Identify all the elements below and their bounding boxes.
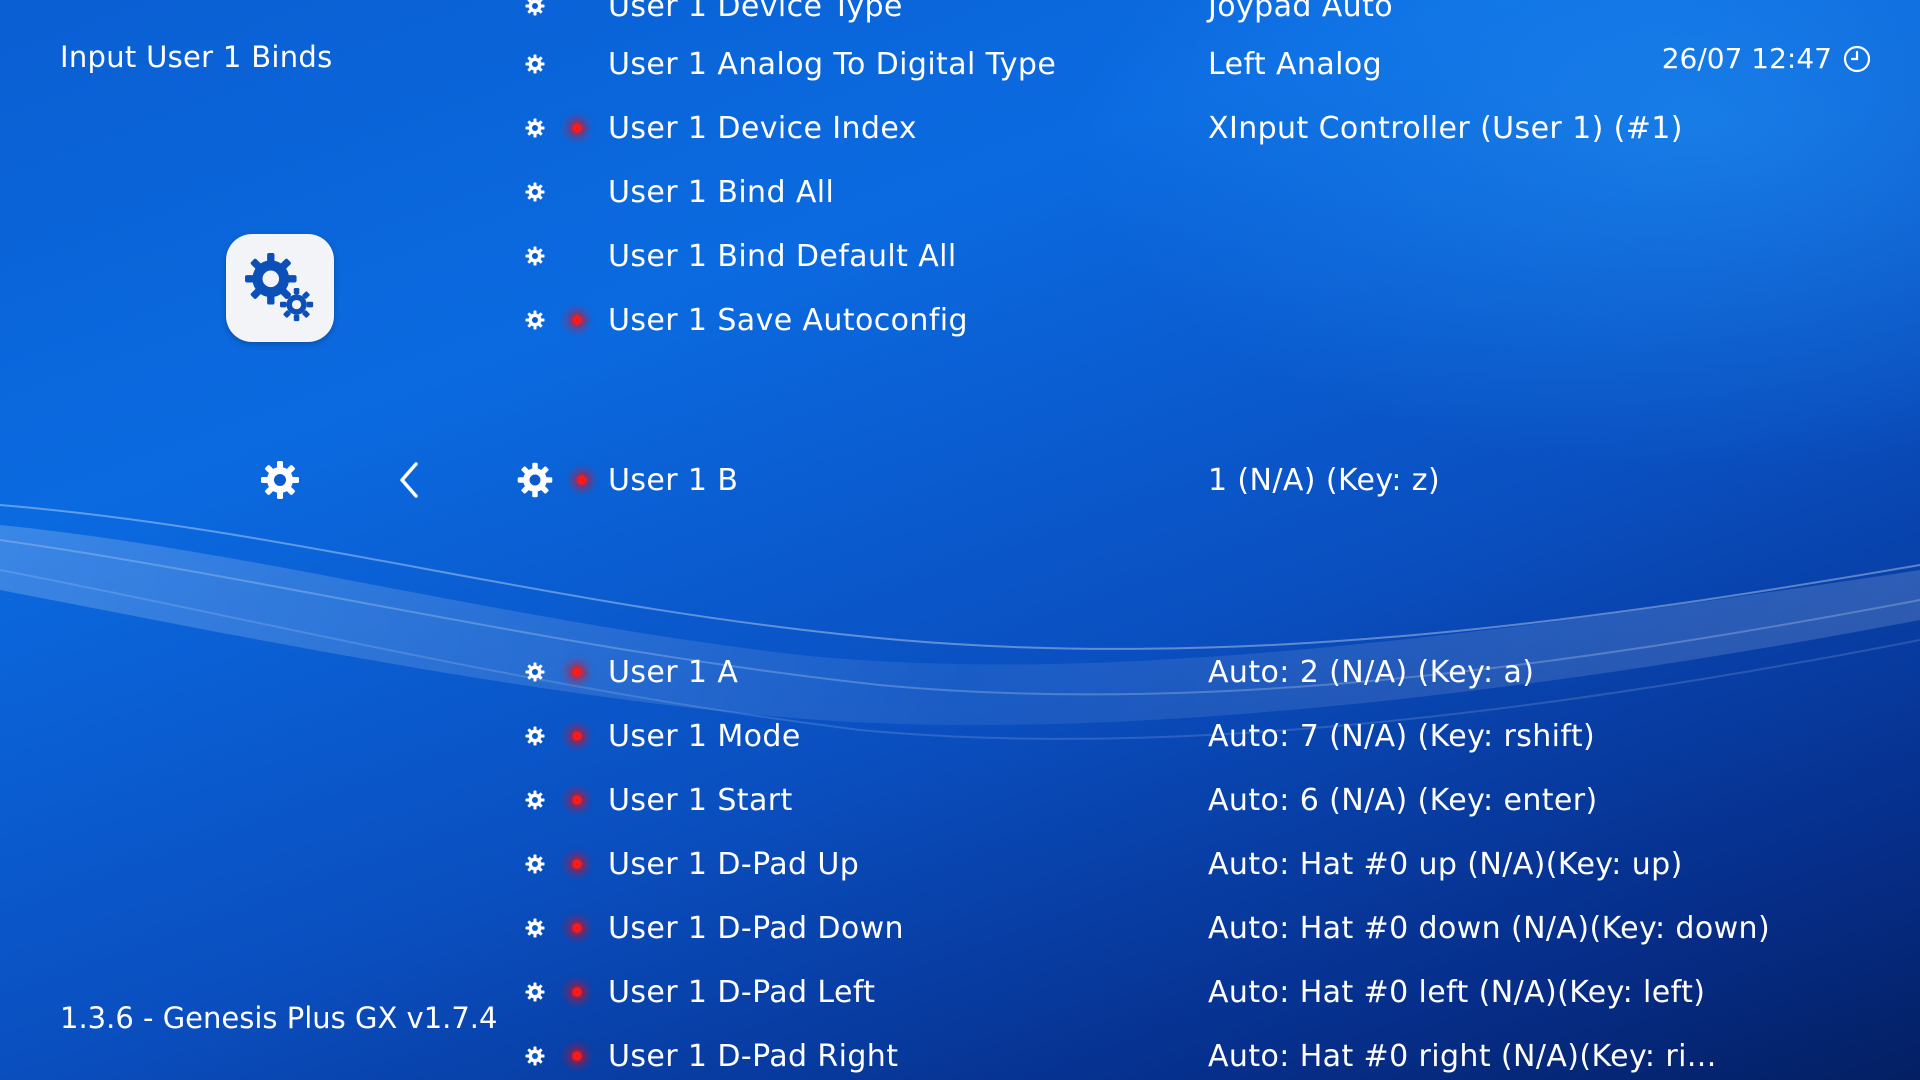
menu-item-label: User 1 D-Pad Down bbox=[608, 910, 904, 946]
menu-item-value: Auto: 2 (N/A) (Key: a) bbox=[1208, 654, 1535, 690]
status-dot bbox=[570, 313, 584, 327]
status-dot-container bbox=[546, 1049, 608, 1063]
menu-item-value: Auto: Hat #0 down (N/A)(Key: down) bbox=[1208, 910, 1771, 946]
menu-item-value: Auto: Hat #0 left (N/A)(Key: left) bbox=[1208, 974, 1706, 1010]
menu-item[interactable]: User 1 D-Pad Left Auto: Hat #0 left (N/A)… bbox=[520, 968, 1900, 1016]
menu-item[interactable]: User 1 D-Pad Up Auto: Hat #0 up (N/A)(Key… bbox=[520, 840, 1900, 888]
status-dot bbox=[570, 985, 584, 999]
menu-item[interactable]: User 1 Device Index XInput Controller (Us… bbox=[520, 104, 1900, 152]
menu-item-value: Left Analog bbox=[1208, 46, 1383, 82]
menu-item-label: User 1 D-Pad Up bbox=[608, 846, 860, 882]
menu-item[interactable]: User 1 Bind All bbox=[520, 168, 1900, 216]
status-dot bbox=[570, 1049, 584, 1063]
menu-item[interactable]: User 1 Start Auto: 6 (N/A) (Key: enter) bbox=[520, 776, 1900, 824]
menu-item-label: User 1 B bbox=[608, 462, 739, 498]
menu-item-label: User 1 Bind Default All bbox=[608, 238, 957, 274]
menu-item-label: User 1 D-Pad Left bbox=[608, 974, 876, 1010]
menu-item[interactable]: User 1 Save Autoconfig bbox=[520, 296, 1900, 344]
status-dot bbox=[570, 921, 584, 935]
gear-icon bbox=[525, 790, 545, 810]
gear-icon bbox=[525, 918, 545, 938]
menu-item-label: User 1 A bbox=[608, 654, 739, 690]
menu-item-value: Auto: 6 (N/A) (Key: enter) bbox=[1208, 782, 1598, 818]
gear-icon bbox=[525, 310, 545, 330]
chevron-left-icon[interactable] bbox=[392, 458, 428, 502]
status-dot bbox=[570, 857, 584, 871]
gear-icon bbox=[525, 854, 545, 874]
gear-icon bbox=[525, 982, 545, 1002]
menu-item-value: 1 (N/A) (Key: z) bbox=[1208, 462, 1441, 498]
status-dot-container bbox=[555, 473, 608, 487]
gear-icon bbox=[525, 662, 545, 682]
gear-icon bbox=[525, 246, 545, 266]
screen: Input User 1 Binds 26/07 12:47 User 1 De… bbox=[0, 0, 1920, 1080]
menu-item-value: Auto: 7 (N/A) (Key: rshift) bbox=[1208, 718, 1596, 754]
status-dot-container bbox=[546, 665, 608, 679]
menu-item-value: Auto: Hat #0 up (N/A)(Key: up) bbox=[1208, 846, 1683, 882]
status-dot-container bbox=[546, 985, 608, 999]
gear-icon bbox=[525, 0, 545, 16]
gear-icon bbox=[525, 182, 545, 202]
menu-item-label: User 1 Device Index bbox=[608, 110, 917, 146]
menu-item[interactable]: User 1 Device Type Joypad Auto bbox=[520, 0, 1900, 30]
menu-item-value: XInput Controller (User 1) (#1) bbox=[1208, 110, 1683, 146]
settings-app-icon bbox=[226, 234, 334, 342]
status-dot-container bbox=[546, 249, 608, 263]
status-dot bbox=[570, 665, 584, 679]
status-dot bbox=[570, 729, 584, 743]
settings-gears-icon bbox=[245, 253, 314, 322]
status-dot-container bbox=[546, 921, 608, 935]
menu-item[interactable]: User 1 B 1 (N/A) (Key: z) bbox=[517, 456, 1900, 504]
gear-icon bbox=[525, 1046, 545, 1066]
status-dot bbox=[570, 793, 584, 807]
status-dot-container bbox=[546, 121, 608, 135]
gear-icon bbox=[525, 118, 545, 138]
menu-item-value: Joypad Auto bbox=[1208, 0, 1394, 24]
gear-icon bbox=[525, 54, 545, 74]
status-dot bbox=[574, 473, 589, 487]
gear-icon[interactable] bbox=[258, 458, 302, 502]
menu-item-label: User 1 Analog To Digital Type bbox=[608, 46, 1057, 82]
menu-item[interactable]: User 1 Bind Default All bbox=[520, 232, 1900, 280]
menu-item-label: User 1 D-Pad Right bbox=[608, 1038, 899, 1074]
menu-item[interactable]: User 1 D-Pad Down Auto: Hat #0 down (N/A)… bbox=[520, 904, 1900, 952]
menu-item[interactable]: User 1 A Auto: 2 (N/A) (Key: a) bbox=[520, 648, 1900, 696]
menu-item-label: User 1 Save Autoconfig bbox=[608, 302, 968, 338]
menu-item[interactable]: User 1 D-Pad Right Auto: Hat #0 right (N/… bbox=[520, 1032, 1900, 1080]
menu-item-label: User 1 Device Type bbox=[608, 0, 903, 24]
status-dot-container bbox=[546, 57, 608, 71]
menu-item-label: User 1 Bind All bbox=[608, 174, 835, 210]
menu-item[interactable]: User 1 Mode Auto: 7 (N/A) (Key: rshift) bbox=[520, 712, 1900, 760]
version-label: 1.3.6 - Genesis Plus GX v1.7.4 bbox=[60, 1001, 498, 1035]
menu-item-label: User 1 Start bbox=[608, 782, 793, 818]
status-dot-container bbox=[546, 313, 608, 327]
gear-icon bbox=[517, 462, 553, 498]
menu-item-label: User 1 Mode bbox=[608, 718, 801, 754]
status-dot bbox=[570, 121, 584, 135]
status-dot-container bbox=[546, 857, 608, 871]
status-dot-container bbox=[546, 729, 608, 743]
gear-icon bbox=[525, 726, 545, 746]
status-dot-container bbox=[546, 0, 608, 13]
status-dot-container bbox=[546, 185, 608, 199]
status-dot-container bbox=[546, 793, 608, 807]
page-title: Input User 1 Binds bbox=[60, 40, 333, 74]
menu-item-value: Auto: Hat #0 right (N/A)(Key: ri... bbox=[1208, 1038, 1717, 1074]
menu-item[interactable]: User 1 Analog To Digital Type Left Analog bbox=[520, 40, 1900, 88]
